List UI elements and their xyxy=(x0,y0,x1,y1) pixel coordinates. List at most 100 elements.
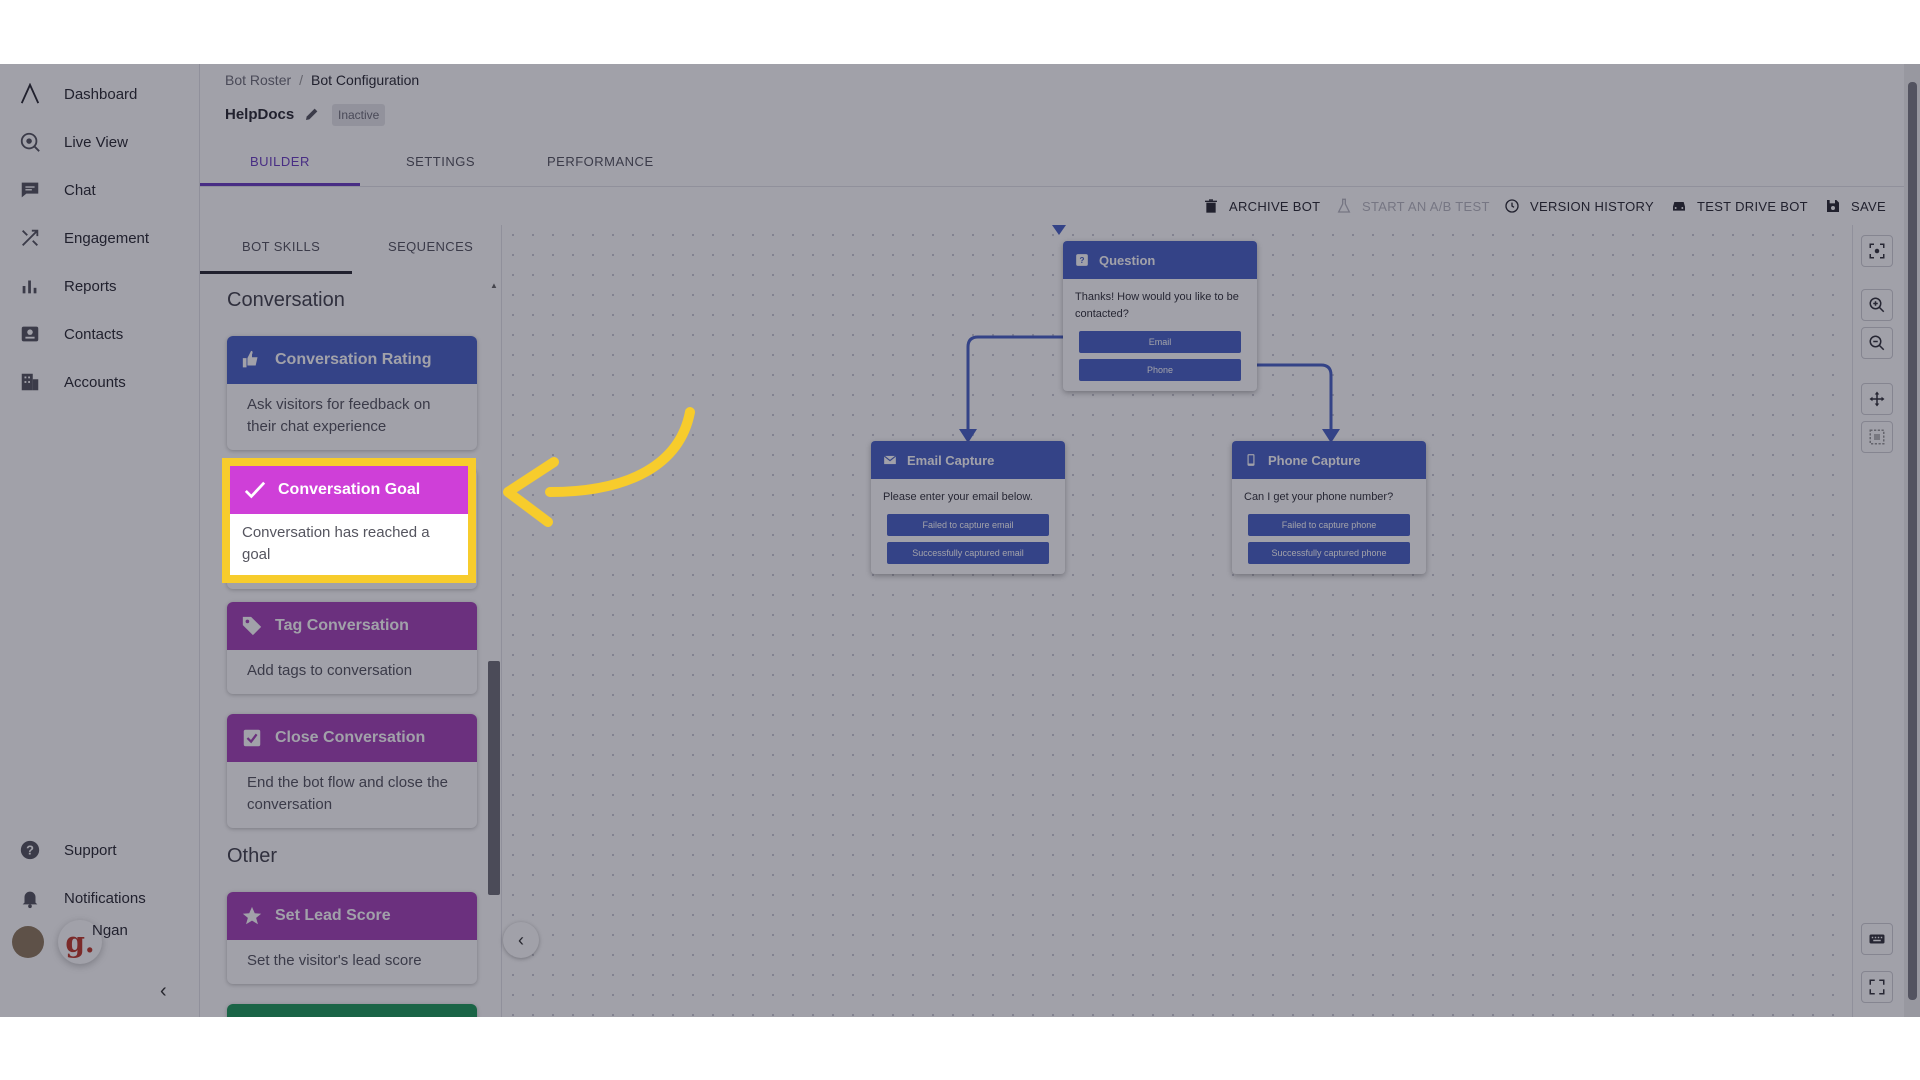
live-view-icon xyxy=(16,128,44,156)
scroll-up-icon[interactable]: ▲ xyxy=(490,281,498,290)
node-title: Question xyxy=(1099,252,1156,268)
test-drive-bot-label: TEST DRIVE BOT xyxy=(1697,198,1808,214)
skill-header: Conversation Goal xyxy=(230,466,468,514)
skill-title: Tag Conversation xyxy=(275,617,409,634)
fit-view-button[interactable] xyxy=(1861,235,1893,267)
support-icon: ? xyxy=(16,836,44,864)
sidebar-item-contacts[interactable]: Contacts xyxy=(16,316,123,352)
option-phone-failed[interactable]: Failed to capture phone xyxy=(1248,514,1410,536)
skill-close-conversation[interactable]: Close Conversation End the bot flow and … xyxy=(227,714,477,828)
user-name: Ngan xyxy=(92,922,128,939)
archive-bot-button[interactable]: ARCHIVE BOT xyxy=(1203,187,1320,225)
skill-set-lead-score[interactable]: Set Lead Score Set the visitor's lead sc… xyxy=(227,892,477,984)
active-subtab-indicator xyxy=(200,271,352,274)
ab-test-label: START AN A/B TEST xyxy=(1362,198,1490,214)
skill-next-card[interactable] xyxy=(227,1004,477,1017)
option-phone-success[interactable]: Successfully captured phone xyxy=(1248,542,1410,564)
status-badge: Inactive xyxy=(332,104,386,126)
node-message: Thanks! How would you like to be contact… xyxy=(1075,291,1239,320)
skill-title: Conversation Rating xyxy=(275,351,432,368)
phone-icon xyxy=(1247,454,1255,466)
sidebar-item-accounts[interactable]: Accounts xyxy=(16,364,126,400)
node-title: Phone Capture xyxy=(1268,452,1361,468)
sidebar-item-label: Notifications xyxy=(64,889,146,907)
ab-test-button[interactable]: START AN A/B TEST xyxy=(1336,187,1490,225)
version-history-button[interactable]: VERSION HISTORY xyxy=(1504,187,1654,225)
save-icon xyxy=(1827,200,1839,212)
sidebar-item-label: Support xyxy=(64,841,117,859)
sidebar-item-engagement[interactable]: Engagement xyxy=(16,220,149,256)
sidebar-item-label: Accounts xyxy=(64,373,126,391)
node-message: Can I get your phone number? xyxy=(1244,491,1394,503)
sidebar-item-dashboard[interactable]: Dashboard xyxy=(16,76,137,112)
skill-header: Close Conversation xyxy=(227,714,477,762)
test-drive-bot-button[interactable]: TEST DRIVE BOT xyxy=(1671,187,1808,225)
zoom-out-button[interactable] xyxy=(1861,327,1893,359)
skills-scrollbar[interactable] xyxy=(488,661,500,895)
skill-description: Ask visitors for feedback on their chat … xyxy=(247,396,431,435)
pencil-icon[interactable] xyxy=(304,106,320,122)
skill-title: Set Lead Score xyxy=(275,907,391,924)
sidebar-item-support[interactable]: ? Support xyxy=(16,832,117,868)
user-profile[interactable]: g. Ngan xyxy=(12,920,128,964)
accounts-icon xyxy=(16,368,44,396)
select-button[interactable] xyxy=(1861,421,1893,453)
skill-conversation-goal[interactable]: Conversation Goal Conversation has reach… xyxy=(222,458,476,583)
node-question[interactable]: ? Question Thanks! How would you like to… xyxy=(1063,241,1257,391)
sidebar-item-live-view[interactable]: Live View xyxy=(16,124,128,160)
fullscreen-icon xyxy=(1869,979,1885,995)
node-email-capture[interactable]: Email Capture Please enter your email be… xyxy=(871,441,1065,574)
thumbs-icon xyxy=(242,350,258,368)
breadcrumb-separator: / xyxy=(299,72,304,88)
node-phone-capture[interactable]: Phone Capture Can I get your phone numbe… xyxy=(1232,441,1426,574)
pan-button[interactable] xyxy=(1861,383,1893,415)
builder-canvas[interactable]: ? Question Thanks! How would you like to… xyxy=(503,225,1852,1017)
sidebar-item-label: Live View xyxy=(64,133,128,151)
logo-icon xyxy=(16,80,44,108)
collapse-panel-button[interactable]: ‹ xyxy=(503,922,539,958)
skill-title: Conversation Goal xyxy=(278,481,421,498)
collapse-sidebar-icon[interactable]: ‹ xyxy=(160,980,167,1003)
check-clipboard-icon xyxy=(243,729,261,747)
node-header: ? Question xyxy=(1063,241,1257,279)
sidebar-item-reports[interactable]: Reports xyxy=(16,268,117,304)
option-email-success[interactable]: Successfully captured email xyxy=(887,542,1049,564)
skill-description: Conversation has reached a goal xyxy=(242,524,430,563)
sidebar-item-label: Reports xyxy=(64,277,117,295)
breadcrumb-link[interactable]: Bot Roster xyxy=(225,72,291,88)
page-scroll-thumb[interactable] xyxy=(1908,82,1917,1000)
history-icon xyxy=(1505,199,1519,213)
page-header: Bot Roster / Bot Configuration HelpDocs In… xyxy=(200,64,1920,188)
save-button[interactable]: SAVE xyxy=(1825,187,1886,225)
tab-settings[interactable]: SETTINGS xyxy=(406,154,475,169)
skill-description: Set the visitor's lead score xyxy=(247,952,422,969)
option-email-failed[interactable]: Failed to capture email xyxy=(887,514,1049,536)
skill-tag-conversation[interactable]: Tag Conversation Add tags to conversatio… xyxy=(227,602,477,694)
skill-header: Conversation Rating xyxy=(227,336,477,384)
tab-bot-skills[interactable]: BOT SKILLS xyxy=(242,239,320,254)
fullscreen-button[interactable] xyxy=(1861,971,1893,1003)
sidebar-item-label: Contacts xyxy=(64,325,124,343)
skills-panel: BOT SKILLS SEQUENCES ▲ Conversation Conv… xyxy=(200,225,502,1017)
keyboard-button[interactable] xyxy=(1861,923,1893,955)
chat-icon xyxy=(16,176,44,204)
pointer-arrow-icon xyxy=(503,407,695,527)
zoom-in-button[interactable] xyxy=(1861,289,1893,321)
flask-icon xyxy=(1337,198,1351,213)
trash-icon xyxy=(1205,199,1217,213)
keyboard-icon xyxy=(1869,934,1885,944)
version-history-label: VERSION HISTORY xyxy=(1530,198,1654,214)
skill-conversation-rating[interactable]: Conversation Rating Ask visitors for fee… xyxy=(227,336,477,450)
page-scrollbar[interactable] xyxy=(1904,64,1920,1017)
tab-performance[interactable]: PERFORMANCE xyxy=(547,154,654,169)
skill-header: Tag Conversation xyxy=(227,602,477,650)
check-icon xyxy=(244,481,266,499)
section-other: Other xyxy=(227,845,278,867)
tab-builder[interactable]: BUILDER xyxy=(250,154,310,169)
question-icon: ? xyxy=(1076,254,1088,266)
option-email[interactable]: Email xyxy=(1079,331,1241,353)
sidebar-item-chat[interactable]: Chat xyxy=(16,172,96,208)
tab-sequences[interactable]: SEQUENCES xyxy=(388,239,473,254)
option-phone[interactable]: Phone xyxy=(1079,359,1241,381)
sidebar-item-notifications[interactable]: Notifications xyxy=(16,880,146,916)
